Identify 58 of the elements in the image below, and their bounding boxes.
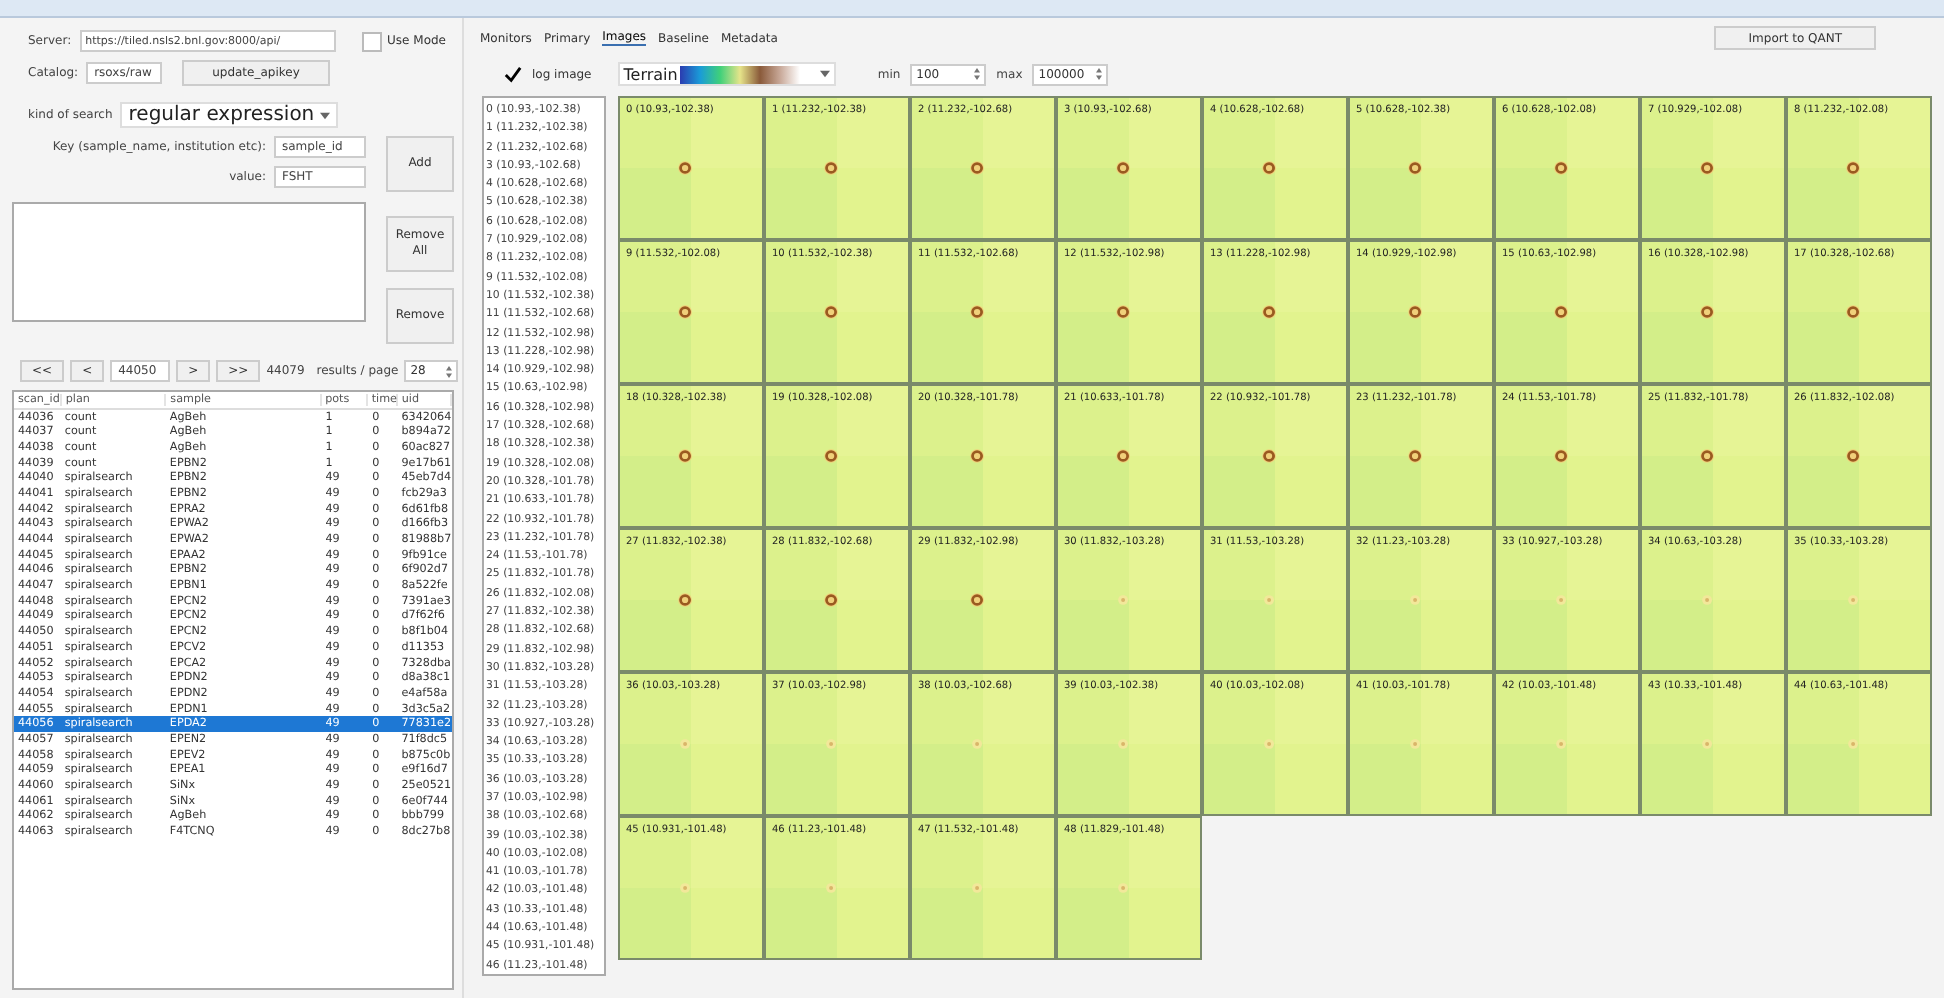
heatmap-image <box>912 818 1054 958</box>
colormap-dropdown[interactable]: Terrain <box>617 62 836 86</box>
heatmap-image <box>620 242 762 382</box>
heatmap-image <box>1350 674 1492 814</box>
heatmap-image <box>912 386 1054 526</box>
heatmap-image <box>912 98 1054 238</box>
heatmap-image <box>766 242 908 382</box>
heatmap-image <box>766 530 908 670</box>
heatmap-image <box>1204 530 1346 670</box>
heatmap-image <box>1204 98 1346 238</box>
heatmap-image <box>1788 674 1930 814</box>
search-kind-dropdown[interactable]: regular expression <box>120 102 339 128</box>
heatmap-image <box>1350 242 1492 382</box>
heatmap-image <box>766 674 908 814</box>
heatmap-image <box>912 674 1054 814</box>
checkmark-icon <box>504 65 522 83</box>
heatmap-image <box>1788 98 1930 238</box>
heatmap-image <box>912 242 1054 382</box>
caret-icon <box>320 112 331 120</box>
heatmap-image <box>620 530 762 670</box>
heatmap-image <box>1642 386 1784 526</box>
heatmap-image <box>1642 98 1784 238</box>
spinner-arrows-icon <box>445 365 452 377</box>
heatmap-image <box>1496 386 1638 526</box>
heatmap-image <box>1496 530 1638 670</box>
heatmap-image <box>1788 242 1930 382</box>
heatmap-image <box>1496 674 1638 814</box>
heatmap-image <box>1058 674 1200 814</box>
heatmap-image <box>1058 818 1200 958</box>
heatmap-image <box>1204 242 1346 382</box>
heatmap-image <box>1204 674 1346 814</box>
heatmap-image <box>766 818 908 958</box>
heatmap-image <box>1350 98 1492 238</box>
heatmap-image <box>1496 242 1638 382</box>
heatmap-image <box>1788 530 1930 670</box>
heatmap-image <box>1058 242 1200 382</box>
heatmap-image <box>1058 386 1200 526</box>
heatmap-image <box>620 98 762 238</box>
heatmap-image <box>620 674 762 814</box>
heatmap-image <box>1350 530 1492 670</box>
heatmap-image <box>766 98 908 238</box>
query-list-box[interactable] <box>12 202 366 322</box>
spinner-arrows-icon <box>974 68 981 80</box>
heatmap-image <box>620 386 762 526</box>
heatmap-image <box>1788 386 1930 526</box>
heatmap-image <box>1642 674 1784 814</box>
caret-icon <box>819 70 830 78</box>
heatmap-image <box>1204 386 1346 526</box>
heatmap-image <box>912 530 1054 670</box>
heatmap-image <box>1058 98 1200 238</box>
heatmap-image <box>1642 242 1784 382</box>
spinner-arrows-icon <box>1096 68 1103 80</box>
heatmap-image <box>1350 386 1492 526</box>
heatmap-image <box>1058 530 1200 670</box>
heatmap-image <box>1496 98 1638 238</box>
heatmap-image <box>766 386 908 526</box>
heatmap-image <box>620 818 762 958</box>
heatmap-image <box>1642 530 1784 670</box>
